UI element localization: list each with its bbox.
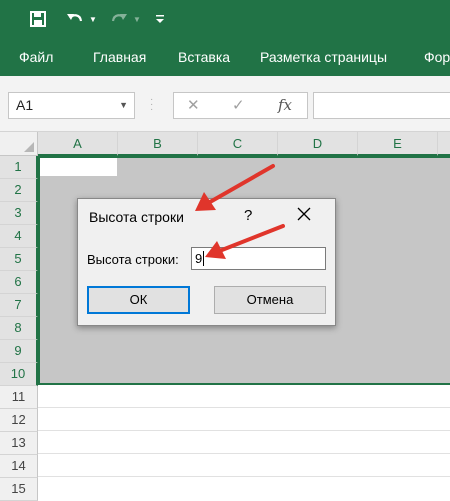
customize-qat-icon[interactable] bbox=[153, 0, 167, 38]
row-header-9[interactable]: 9 bbox=[0, 340, 38, 363]
resize-handle-icon[interactable]: · · · bbox=[150, 95, 154, 115]
text-caret bbox=[203, 251, 205, 266]
tab-page-layout[interactable]: Разметка страницы bbox=[260, 38, 387, 76]
gridline bbox=[38, 453, 450, 454]
cancel-button[interactable]: Отмена bbox=[214, 286, 326, 314]
name-box[interactable]: A1 ▼ bbox=[8, 92, 135, 119]
column-header-b[interactable]: B bbox=[118, 132, 198, 156]
column-header-c[interactable]: C bbox=[198, 132, 278, 156]
row-header-15[interactable]: 15 bbox=[0, 478, 38, 501]
quick-access-toolbar: ▼ ▼ bbox=[0, 0, 450, 38]
dialog-body: Высота строки: 9 ОК Отмена bbox=[78, 236, 335, 325]
close-icon[interactable] bbox=[294, 205, 314, 225]
column-header-d[interactable]: D bbox=[278, 132, 358, 156]
row-header-4[interactable]: 4 bbox=[0, 225, 38, 248]
formula-buttons: ✕ ✓ fx bbox=[173, 92, 308, 119]
row-header-10[interactable]: 10 bbox=[0, 363, 38, 386]
row-header-7[interactable]: 7 bbox=[0, 294, 38, 317]
column-header-a[interactable]: A bbox=[38, 132, 118, 156]
column-header-f[interactable] bbox=[438, 132, 450, 156]
gridline bbox=[38, 476, 450, 477]
gridline bbox=[38, 430, 450, 431]
tab-file[interactable]: Файл bbox=[19, 38, 53, 76]
enter-entry-icon[interactable]: ✓ bbox=[232, 93, 245, 118]
ribbon-tabs: Файл Главная Вставка Разметка страницы Ф… bbox=[0, 38, 450, 76]
row-header-5[interactable]: 5 bbox=[0, 248, 38, 271]
cancel-entry-icon[interactable]: ✕ bbox=[187, 93, 200, 118]
active-cell-a1[interactable] bbox=[40, 158, 117, 176]
row-header-3[interactable]: 3 bbox=[0, 202, 38, 225]
undo-icon[interactable] bbox=[64, 0, 86, 38]
row-height-label: Высота строки: bbox=[87, 252, 179, 267]
row-header-2[interactable]: 2 bbox=[0, 179, 38, 202]
column-header-e[interactable]: E bbox=[358, 132, 438, 156]
row-header-12[interactable]: 12 bbox=[0, 409, 38, 432]
row-header-1[interactable]: 1 bbox=[0, 156, 38, 179]
gridline bbox=[38, 407, 450, 408]
undo-dropdown-icon[interactable]: ▼ bbox=[88, 0, 98, 38]
name-box-value: A1 bbox=[16, 97, 34, 113]
row-header-14[interactable]: 14 bbox=[0, 455, 38, 478]
save-icon[interactable] bbox=[28, 0, 48, 38]
insert-function-icon[interactable]: fx bbox=[278, 93, 292, 118]
formula-bar-area: A1 ▼ · · · ✕ ✓ fx bbox=[0, 76, 450, 132]
ok-button[interactable]: ОК bbox=[87, 286, 190, 314]
row-height-dialog: Высота строки ? Высота строки: 9 ОК Отме… bbox=[77, 198, 336, 326]
formula-input[interactable] bbox=[313, 92, 450, 119]
row-header-6[interactable]: 6 bbox=[0, 271, 38, 294]
help-icon[interactable]: ? bbox=[244, 207, 252, 224]
row-height-value: 9 bbox=[195, 251, 203, 266]
tab-home[interactable]: Главная bbox=[93, 38, 146, 76]
row-header-8[interactable]: 8 bbox=[0, 317, 38, 340]
dialog-title: Высота строки bbox=[89, 209, 184, 225]
redo-icon[interactable] bbox=[108, 0, 130, 38]
row-height-input[interactable]: 9 bbox=[191, 247, 326, 270]
redo-dropdown-icon[interactable]: ▼ bbox=[132, 0, 142, 38]
chevron-down-icon[interactable]: ▼ bbox=[119, 93, 128, 118]
select-all-corner[interactable] bbox=[0, 132, 38, 156]
row-header-11[interactable]: 11 bbox=[0, 386, 38, 409]
tab-formulas[interactable]: Фор bbox=[424, 38, 450, 76]
tab-insert[interactable]: Вставка bbox=[178, 38, 230, 76]
unselected-cells[interactable] bbox=[38, 385, 450, 497]
row-header-13[interactable]: 13 bbox=[0, 432, 38, 455]
